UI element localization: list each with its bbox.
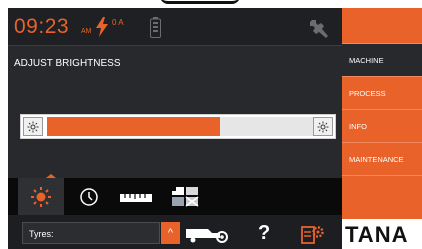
brand-logo: TANA [342, 219, 422, 249]
ruler-icon [120, 193, 152, 202]
active-tab-indicator [46, 174, 56, 178]
sun-icon [317, 121, 329, 132]
menu-item-label: MAINTENANCE [349, 154, 404, 164]
main-panel: 09:23 AM 0 A ADJUST BRIGHTNESS Tyres: ^ … [8, 8, 342, 249]
menu-item-label: MACHINE [349, 55, 384, 65]
menu-item-process[interactable]: PROCESS [342, 77, 422, 110]
device-screen: 09:23 AM 0 A ADJUST BRIGHTNESS Tyres: ^ … [0, 0, 422, 249]
sun-icon [27, 121, 39, 132]
machine-settings-icon[interactable] [186, 225, 232, 245]
tab-units[interactable] [114, 178, 158, 215]
right-menu: MACHINE PROCESS INFO MAINTENANCE TANA [342, 8, 422, 249]
menu-item-maintenance[interactable]: MAINTENANCE [342, 143, 422, 176]
settings-gear-icon[interactable] [301, 224, 325, 246]
bottom-status-bar: Tyres: ^ ? [8, 215, 342, 249]
brightness-sun-icon [31, 186, 51, 207]
wrench-icon[interactable] [308, 18, 330, 40]
power-bolt-icon [96, 17, 108, 37]
brightness-track[interactable] [47, 117, 313, 136]
tab-clock[interactable] [70, 178, 108, 215]
menu-item-info[interactable]: INFO [342, 110, 422, 143]
bezel-arc [160, 0, 240, 4]
tyres-field[interactable]: Tyres: [22, 222, 160, 244]
expand-up-button[interactable]: ^ [161, 222, 180, 244]
menu-item-label: INFO [349, 121, 367, 131]
menu-item-label: PROCESS [349, 88, 386, 98]
page-title: ADJUST BRIGHTNESS [14, 58, 121, 69]
tab-brightness[interactable] [18, 174, 64, 215]
brightness-fill [47, 117, 220, 136]
menu-item-machine[interactable]: MACHINE [342, 44, 422, 77]
clock-time: 09:23 [14, 15, 70, 38]
top-bezel [0, 0, 422, 8]
increase-brightness-button[interactable] [313, 117, 333, 136]
tab-language[interactable] [164, 178, 206, 215]
decrease-brightness-button[interactable] [23, 117, 43, 136]
language-flags-icon [172, 186, 199, 207]
menu-header [342, 8, 422, 44]
brightness-slider[interactable] [20, 114, 336, 139]
help-icon[interactable]: ? [258, 222, 270, 245]
top-status-bar: 09:23 AM 0 A [8, 8, 342, 46]
brand-name: TANA [345, 222, 409, 247]
settings-tab-bar [8, 174, 342, 215]
current-reading: 0 A [112, 18, 124, 27]
clock-icon [80, 187, 98, 206]
remote-battery-icon [150, 17, 161, 38]
clock-ampm: AM [81, 28, 92, 35]
